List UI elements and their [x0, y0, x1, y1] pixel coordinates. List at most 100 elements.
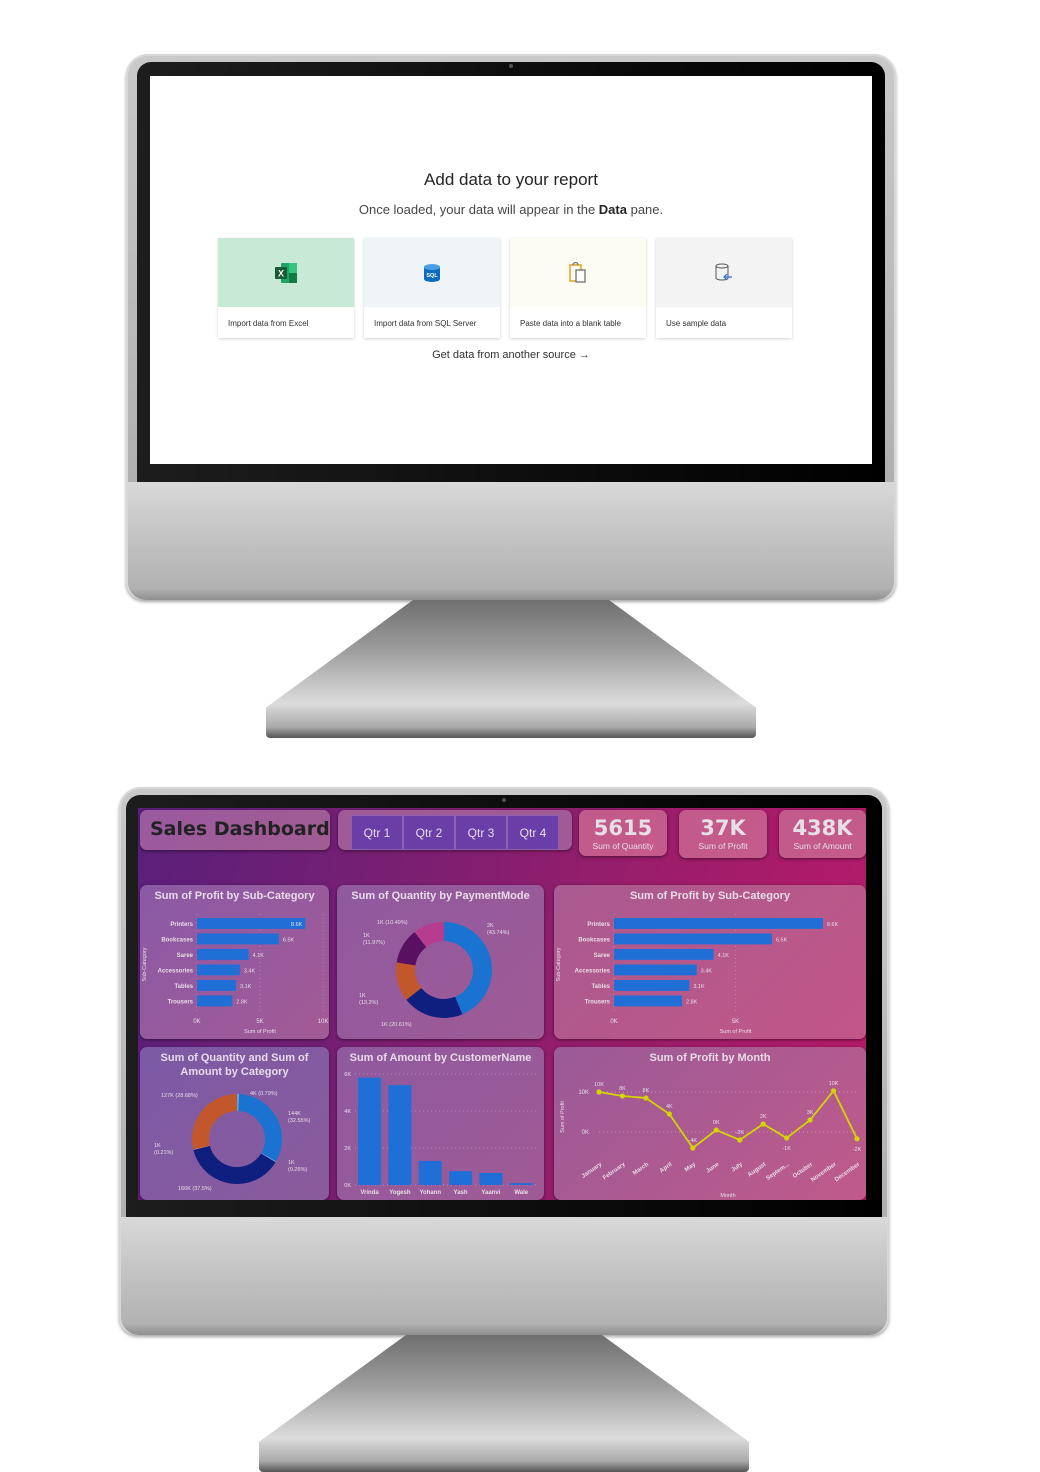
- data-point: [713, 1127, 719, 1133]
- data-point: [666, 1111, 672, 1117]
- data-label: -4K: [689, 1138, 698, 1144]
- chart-quantity-amount-category[interactable]: Sum of Quantity and Sum of Amount by Cat…: [140, 1047, 329, 1200]
- x-tick-label: 0K: [610, 1019, 617, 1025]
- month-label: March: [632, 1162, 650, 1177]
- slice-label: 127K (28.68%): [161, 1093, 198, 1099]
- data-label: 2K: [760, 1114, 767, 1120]
- dashboard-title: Sales Dashboard: [150, 818, 330, 840]
- subtitle-text-end: pane.: [626, 202, 664, 217]
- get-data-another-source-link[interactable]: Get data from another source →: [150, 349, 872, 361]
- slice-label: 2K: [487, 923, 494, 929]
- category-label: Wale: [514, 1190, 528, 1196]
- y-tick-label: 0K: [582, 1130, 589, 1136]
- paste-data-card[interactable]: Paste data into a blank table: [510, 238, 646, 338]
- chart-amount-customer[interactable]: Sum of Amount by CustomerName 0K 2K 4K 6K Vr…: [337, 1047, 544, 1200]
- month-label: August: [747, 1162, 767, 1179]
- data-label: 4.1K: [253, 953, 265, 959]
- import-excel-card[interactable]: X Import data from Excel: [218, 238, 354, 338]
- camera-icon: [509, 64, 513, 68]
- slice-label: 1K: [154, 1143, 161, 1149]
- chart-profit-month[interactable]: Sum of Profit by Month 0K 10K 10K January 8K…: [554, 1047, 866, 1200]
- import-sql-card[interactable]: SQL Import data from SQL Server: [364, 238, 500, 338]
- profit-subcategory-bar-chart: 0K 5K 10K Printers 8.6K Bookcases 6.5K Saree 4.1…: [142, 914, 329, 1035]
- data-label: 2.8K: [686, 1000, 698, 1006]
- data-point: [854, 1136, 860, 1142]
- slice-label: (13.2%): [359, 1000, 378, 1006]
- kpi-quantity: 5615 Sum of Quantity: [579, 810, 667, 856]
- data-label: 8K: [643, 1088, 650, 1094]
- data-label: -2K: [853, 1147, 862, 1153]
- card-label: Paste data into a blank table: [520, 319, 621, 328]
- x-axis-title: Month: [720, 1193, 735, 1199]
- data-point: [619, 1093, 626, 1099]
- profit-line: [598, 1089, 858, 1150]
- slice-label: 166K (37.5%): [178, 1186, 212, 1192]
- card-icon-area: [656, 238, 792, 307]
- data-label: 8K: [619, 1086, 626, 1092]
- bar: [358, 1077, 382, 1185]
- y-tick-label: 4K: [344, 1109, 351, 1115]
- bar: [449, 1171, 473, 1185]
- month-label: June: [705, 1161, 720, 1174]
- quarter-slicer: Qtr 1 Qtr 2 Qtr 3 Qtr 4: [338, 810, 572, 850]
- category-label: Printers: [170, 922, 193, 928]
- qtr4-button[interactable]: Qtr 4: [507, 815, 559, 850]
- category-label: Accessories: [575, 969, 611, 975]
- y-axis-title: Sum of Profit: [560, 1101, 566, 1133]
- monitor-top-stand: [266, 600, 756, 738]
- chart-profit-subcategory-small[interactable]: Sum of Profit by Sub-Category 0K 5K 10K Pri…: [140, 885, 329, 1039]
- slice-label: (32.55%): [288, 1118, 310, 1124]
- data-label: 10K: [829, 1081, 839, 1087]
- customer-bar-chart: 0K 2K 4K 6K Vrinda Yogesh Yohann Yash Yaanvi Wale: [344, 1072, 537, 1196]
- bar: [388, 1085, 412, 1185]
- bar: [614, 949, 714, 960]
- donut-slice: [238, 1094, 282, 1162]
- data-point: [690, 1145, 696, 1151]
- category-label: Accessories: [158, 969, 194, 975]
- category-label: Printers: [587, 922, 610, 928]
- add-data-title: Add data to your report: [424, 170, 598, 189]
- add-data-screen: Add data to your report Once loaded, you…: [150, 76, 872, 464]
- monitor-top-chin: [128, 482, 894, 600]
- month-label: December: [834, 1161, 862, 1183]
- card-icon-area: SQL: [364, 238, 500, 307]
- data-source-cards: X Import data from Excel SQL Import data…: [218, 238, 792, 338]
- slice-label: 4K (0.79%): [250, 1091, 278, 1097]
- slice-label: (43.74%): [487, 930, 509, 936]
- subtitle-bold: Data: [598, 202, 627, 217]
- slice-label: 1K: [359, 993, 366, 999]
- slice-label: (11.97%): [363, 940, 385, 946]
- subtitle-text: Once loaded, your data will appear in th…: [358, 202, 599, 217]
- donut-slice: [192, 1094, 237, 1150]
- qtr3-button[interactable]: Qtr 3: [455, 815, 507, 850]
- qtr2-button[interactable]: Qtr 2: [403, 815, 455, 850]
- bar: [614, 918, 823, 929]
- y-tick-label: 10K: [578, 1090, 589, 1096]
- kpi-label: Sum of Quantity: [592, 841, 654, 851]
- x-tick-label: 10K: [318, 1019, 329, 1025]
- chart-quantity-paymentmode[interactable]: Sum of Quantity by PaymentMode 2K (43.74%…: [337, 885, 544, 1039]
- category-label: Yogesh: [389, 1190, 411, 1196]
- y-axis-title: Sub-Category: [142, 947, 148, 981]
- x-axis-title: Sum of Profit: [244, 1029, 276, 1035]
- slice-label: 1K (10.49%): [377, 920, 408, 926]
- sample-data-card[interactable]: Use sample data: [656, 238, 792, 338]
- kpi-label: Sum of Profit: [698, 841, 748, 851]
- data-point: [643, 1095, 649, 1101]
- paymentmode-donut-chart: 2K(43.74%)1K (20.61%)1K(13.2%)1K(11.97%)…: [359, 920, 509, 1028]
- dashboard-title-panel: Sales Dashboard: [140, 810, 330, 850]
- category-label: Saree: [177, 953, 194, 959]
- category-label: Trousers: [168, 1000, 194, 1006]
- data-label: 6.5K: [776, 938, 788, 944]
- data-label: 3.1K: [240, 984, 252, 990]
- bar: [197, 949, 249, 960]
- qtr1-button[interactable]: Qtr 1: [351, 815, 403, 850]
- slice-label: 1K (20.61%): [381, 1022, 412, 1028]
- y-axis-title: Sub-Category: [556, 947, 562, 981]
- svg-text:SQL: SQL: [426, 273, 438, 279]
- data-point: [596, 1089, 602, 1095]
- month-label: April: [659, 1162, 674, 1175]
- data-point: [737, 1137, 743, 1143]
- chart-profit-subcategory-large[interactable]: Sum of Profit by Sub-Category 0K 5K Printe…: [554, 885, 866, 1039]
- slice-label: 144K: [288, 1111, 301, 1117]
